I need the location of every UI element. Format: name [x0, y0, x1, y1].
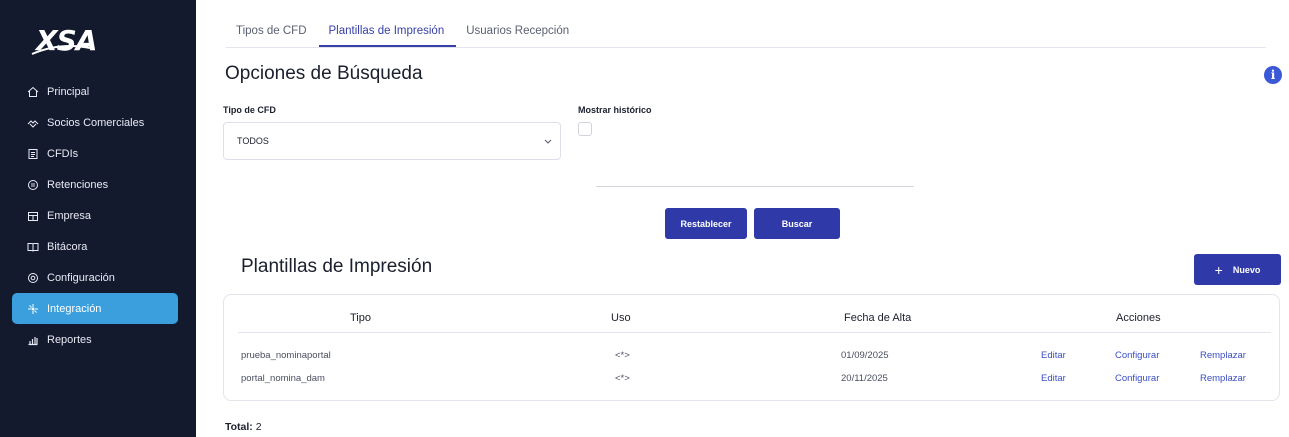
tab-tipos-cfd[interactable]: Tipos de CFD	[226, 18, 319, 47]
sidebar-item-retenciones[interactable]: Retenciones	[12, 169, 178, 200]
xsa-logo[interactable]: XSA	[30, 22, 100, 62]
sidebar-item-reportes[interactable]: Reportes	[12, 324, 178, 355]
row-1-remplazar-link[interactable]: Remplazar	[1200, 350, 1246, 361]
tab-plantillas-impresion[interactable]: Plantillas de Impresión	[318, 18, 457, 47]
restablecer-button[interactable]: Restablecer	[665, 208, 747, 239]
header-tipo: Tipo	[350, 312, 371, 324]
tipo-cfd-label: Tipo de CFD	[223, 105, 276, 115]
sidebar-item-label: Socios Comerciales	[47, 116, 145, 129]
header-fecha-alta: Fecha de Alta	[844, 312, 912, 324]
chevron-down-icon	[544, 139, 552, 144]
sidebar-item-label: Reportes	[47, 333, 92, 346]
sidebar-item-empresa[interactable]: Empresa	[12, 200, 178, 231]
row-1-uso: <*>	[615, 350, 630, 361]
header-acciones: Acciones	[1116, 312, 1161, 324]
tipo-cfd-value: TODOS	[237, 136, 269, 146]
nuevo-button[interactable]: + Nuevo	[1194, 254, 1281, 285]
buscar-button[interactable]: Buscar	[754, 208, 840, 239]
search-section-title: Opciones de Búsqueda	[225, 63, 423, 84]
plantillas-table: Tipo Uso Fecha de Alta Acciones prueba_n…	[223, 294, 1280, 401]
sidebar-item-cfdis[interactable]: CFDIs	[12, 138, 178, 169]
header-uso: Uso	[611, 312, 631, 324]
document-icon	[26, 147, 40, 161]
row-2-configurar-link[interactable]: Configurar	[1115, 373, 1159, 384]
gear-icon	[26, 271, 40, 285]
sidebar-item-bitacora[interactable]: Bitácora	[12, 231, 178, 262]
sidebar-item-label: Configuración	[47, 271, 115, 284]
home-icon	[26, 85, 40, 99]
chart-icon	[26, 333, 40, 347]
row-2-tipo: portal_nomina_dam	[241, 373, 325, 384]
sidebar: XSA Principal Socios Comerciales CFDIs R…	[0, 0, 196, 437]
sidebar-item-configuracion[interactable]: Configuración	[12, 262, 178, 293]
row-2-editar-link[interactable]: Editar	[1041, 373, 1066, 384]
mostrar-historico-label: Mostrar histórico	[578, 105, 652, 115]
logo-swoosh-icon	[31, 45, 91, 55]
total-value: 2	[255, 421, 262, 433]
sidebar-item-label: Empresa	[47, 209, 92, 222]
sidebar-item-label: Bitácora	[47, 240, 88, 253]
sidebar-nav: Principal Socios Comerciales CFDIs Reten…	[12, 76, 178, 355]
total-count: Total: 2	[225, 421, 262, 433]
sidebar-item-integracion[interactable]: Integración	[12, 293, 178, 324]
header-divider	[238, 332, 1271, 333]
row-2-fecha: 20/11/2025	[841, 373, 888, 384]
table-title: Plantillas de Impresión	[241, 256, 433, 277]
row-1-tipo: prueba_nominaportal	[241, 350, 331, 361]
retention-icon	[26, 178, 40, 192]
integration-icon	[26, 302, 40, 316]
row-2-uso: <*>	[615, 373, 630, 384]
book-icon	[26, 240, 40, 254]
row-1-configurar-link[interactable]: Configurar	[1115, 350, 1159, 361]
nuevo-button-label: Nuevo	[1232, 264, 1261, 275]
divider	[596, 186, 914, 187]
building-icon	[26, 209, 40, 223]
row-1-editar-link[interactable]: Editar	[1041, 350, 1066, 361]
tab-bar: Tipos de CFD Plantillas de Impresión Usu…	[226, 18, 1266, 48]
total-label: Total:	[225, 421, 253, 433]
tipo-cfd-select[interactable]: TODOS	[223, 122, 561, 160]
row-1-fecha: 01/09/2025	[841, 350, 889, 361]
plus-icon: +	[1214, 261, 1223, 278]
row-2-remplazar-link[interactable]: Remplazar	[1200, 373, 1246, 384]
sidebar-item-label: Retenciones	[47, 178, 109, 191]
sidebar-item-label: CFDIs	[47, 147, 79, 160]
sidebar-item-socios[interactable]: Socios Comerciales	[12, 107, 178, 138]
main-content: Tipos de CFD Plantillas de Impresión Usu…	[196, 0, 1289, 437]
sidebar-item-label: Principal	[47, 85, 90, 98]
partners-icon	[26, 116, 40, 130]
mostrar-historico-checkbox[interactable]	[578, 122, 592, 136]
tab-usuarios-recepcion[interactable]: Usuarios Recepción	[456, 18, 581, 47]
sidebar-item-label: Integración	[47, 302, 102, 315]
info-icon[interactable]: i	[1264, 66, 1282, 84]
sidebar-item-principal[interactable]: Principal	[12, 76, 178, 107]
